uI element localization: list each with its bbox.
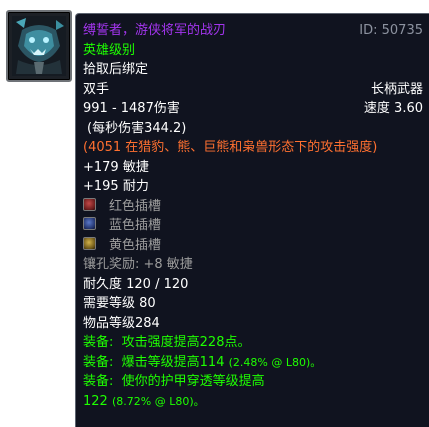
red-socket-icon <box>83 198 96 211</box>
equip-prefix: 装备: <box>83 335 114 350</box>
difficulty-label: 英雄级别 <box>83 43 136 58</box>
speed-label: 速度 3.60 <box>363 101 423 116</box>
item-tooltip: 缚誓者，游侠将军的战刃 ID: 50735 英雄级别 拾取后绑定 双手 长柄武器… <box>75 13 429 427</box>
polearm-beast-head-icon <box>12 16 66 76</box>
dps-label: (每秒伤害344.2) <box>87 121 187 136</box>
equip-text: 爆击等级提高114 <box>121 355 225 370</box>
yellow-socket-icon <box>83 237 96 250</box>
equip-text: 攻击强度提高228点。 <box>121 335 251 350</box>
item-name-row: 缚誓者，游侠将军的战刃 ID: 50735 <box>83 21 423 40</box>
damage-label: 991 - 1487伤害 <box>83 101 180 116</box>
equip-extra: (8.72% @ L80)。 <box>111 395 205 408</box>
equip-prefix: 装备: <box>83 355 114 370</box>
required-level-label: 需要等级 80 <box>83 296 156 311</box>
durability-label: 耐久度 120 / 120 <box>83 277 189 292</box>
slot-row: 双手 长柄武器 <box>83 80 423 99</box>
socket-bonus: 镶孔奖励: +8 敏捷 <box>83 257 193 272</box>
equip-prefix: 装备: <box>83 374 114 389</box>
socket-red-label: 红色插槽 <box>109 199 162 214</box>
damage-row: 991 - 1487伤害 速度 3.60 <box>83 99 423 118</box>
socket-blue-label: 蓝色插槽 <box>109 218 162 233</box>
item-icon[interactable] <box>6 10 72 82</box>
stat-stamina: +195 耐力 <box>83 179 149 194</box>
hand-label: 双手 <box>83 82 110 97</box>
blue-socket-icon <box>83 217 96 230</box>
stat-agility: +179 敏捷 <box>83 160 149 175</box>
equip-effect-3-cont: 122 (8.72% @ L80)。 <box>83 392 423 411</box>
socket-yellow: 黄色插槽 <box>83 236 423 255</box>
equip-effect-2: 装备: 爆击等级提高114 (2.48% @ L80)。 <box>83 353 423 372</box>
bind-label: 拾取后绑定 <box>83 62 149 77</box>
item-level-label: 物品等级284 <box>83 316 160 331</box>
socket-yellow-label: 黄色插槽 <box>109 238 162 253</box>
equip-text: 122 <box>83 394 108 409</box>
equip-text: 使你的护甲穿透等级提高 <box>121 374 265 389</box>
socket-red: 红色插槽 <box>83 197 423 216</box>
item-id: ID: 50735 <box>359 23 423 38</box>
item-name: 缚誓者，游侠将军的战刃 <box>83 23 227 38</box>
equip-effect-3: 装备: 使你的护甲穿透等级提高 <box>83 372 423 391</box>
feral-ap-label: (4051 在猎豹、熊、巨熊和枭兽形态下的攻击强度) <box>83 140 378 155</box>
socket-blue: 蓝色插槽 <box>83 216 423 235</box>
equip-extra: (2.48% @ L80)。 <box>228 356 322 369</box>
weapon-type-label: 长柄武器 <box>370 82 423 97</box>
equip-effect-1: 装备: 攻击强度提高228点。 <box>83 333 423 352</box>
